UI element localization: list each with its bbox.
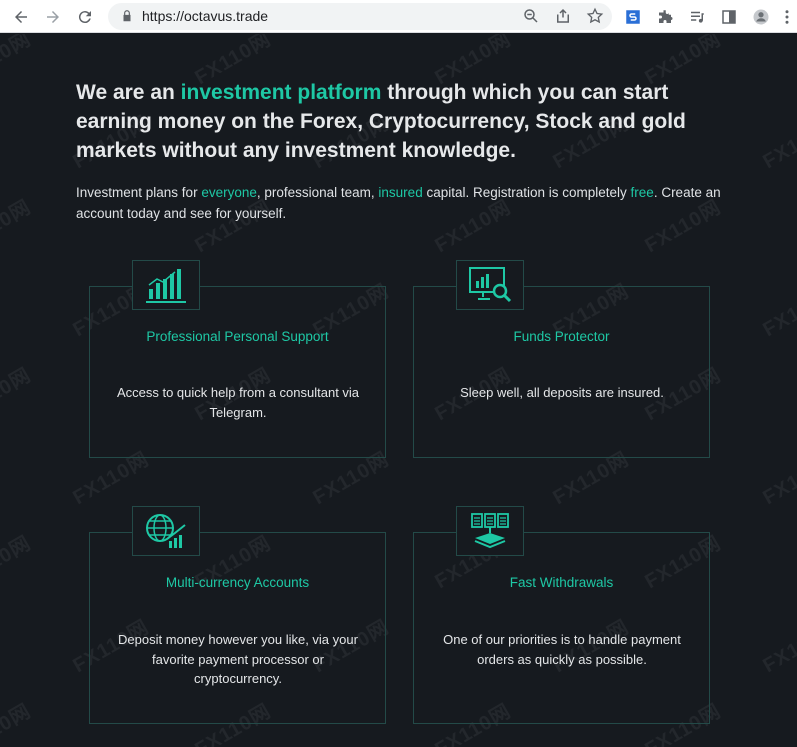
feature-title: Fast Withdrawals bbox=[509, 575, 614, 590]
extensions-puzzle-icon[interactable] bbox=[654, 6, 676, 28]
feature-card-support: Professional Personal Support Access to … bbox=[89, 286, 386, 458]
hero-headline: We are an investment platform through wh… bbox=[76, 78, 716, 165]
bookmark-star-icon[interactable] bbox=[584, 5, 606, 27]
bar-chart-icon bbox=[132, 260, 200, 310]
profile-icon[interactable] bbox=[750, 6, 772, 28]
zoom-icon[interactable] bbox=[520, 5, 542, 27]
page-content: FX110网 FX110网 FX110网 FX110网 FX110网 FX110网 FX11… bbox=[0, 34, 797, 747]
address-bar[interactable]: https://octavus.trade bbox=[108, 3, 612, 30]
feature-card-protector: Funds Protector Sleep well, all deposits… bbox=[413, 286, 710, 458]
intro-text-2: , professional team, bbox=[256, 185, 379, 200]
lock-icon[interactable] bbox=[120, 9, 134, 23]
watermark: FX110网 bbox=[0, 196, 35, 258]
watermark: FX110网 bbox=[759, 112, 797, 174]
media-icon[interactable] bbox=[686, 6, 708, 28]
watermark: FX110网 bbox=[759, 448, 797, 510]
reload-icon[interactable] bbox=[74, 6, 96, 28]
back-icon[interactable] bbox=[10, 6, 32, 28]
forward-icon[interactable] bbox=[42, 6, 64, 28]
globe-chart-icon bbox=[132, 506, 200, 556]
hero-text-pre: We are an bbox=[76, 81, 181, 104]
monitor-search-icon bbox=[456, 260, 524, 310]
watermark: FX110网 bbox=[0, 700, 35, 747]
intro-text-1: Investment plans for bbox=[76, 185, 202, 200]
share-icon[interactable] bbox=[552, 5, 574, 27]
feature-card-withdrawals: Fast Withdrawals One of our priorities i… bbox=[413, 532, 710, 724]
intro-text-3: capital. Registration is completely bbox=[422, 185, 631, 200]
extension-s-icon[interactable] bbox=[622, 6, 644, 28]
watermark: FX110网 bbox=[759, 616, 797, 678]
hero-highlight: investment platform bbox=[180, 81, 382, 104]
watermark: FX110网 bbox=[0, 532, 35, 594]
intro-paragraph: Investment plans for everyone, professio… bbox=[76, 182, 736, 224]
feature-text: Deposit money however you like, via your… bbox=[118, 632, 358, 686]
watermark: FX110网 bbox=[0, 34, 35, 90]
watermark: FX110网 bbox=[0, 364, 35, 426]
watermark: FX110网 bbox=[759, 280, 797, 342]
feature-title: Multi-currency Accounts bbox=[165, 575, 310, 590]
feature-card-multicurrency: Multi-currency Accounts Deposit money ho… bbox=[89, 532, 386, 724]
intro-highlight-everyone: everyone bbox=[201, 185, 257, 200]
intro-highlight-free: free bbox=[630, 185, 654, 200]
side-panel-icon[interactable] bbox=[718, 6, 740, 28]
feature-title: Professional Personal Support bbox=[146, 329, 329, 344]
url-text[interactable]: https://octavus.trade bbox=[142, 8, 268, 24]
feature-text: Access to quick help from a consultant v… bbox=[116, 385, 360, 420]
menu-icon[interactable] bbox=[776, 6, 797, 28]
intro-highlight-insured: insured bbox=[378, 185, 423, 200]
feature-title: Funds Protector bbox=[513, 329, 610, 344]
documents-stack-icon bbox=[456, 506, 524, 556]
feature-text: Sleep well, all deposits are insured. bbox=[460, 385, 664, 400]
feature-text: One of our priorities is to handle payme… bbox=[443, 632, 681, 667]
browser-toolbar: https://octavus.trade bbox=[0, 0, 797, 33]
